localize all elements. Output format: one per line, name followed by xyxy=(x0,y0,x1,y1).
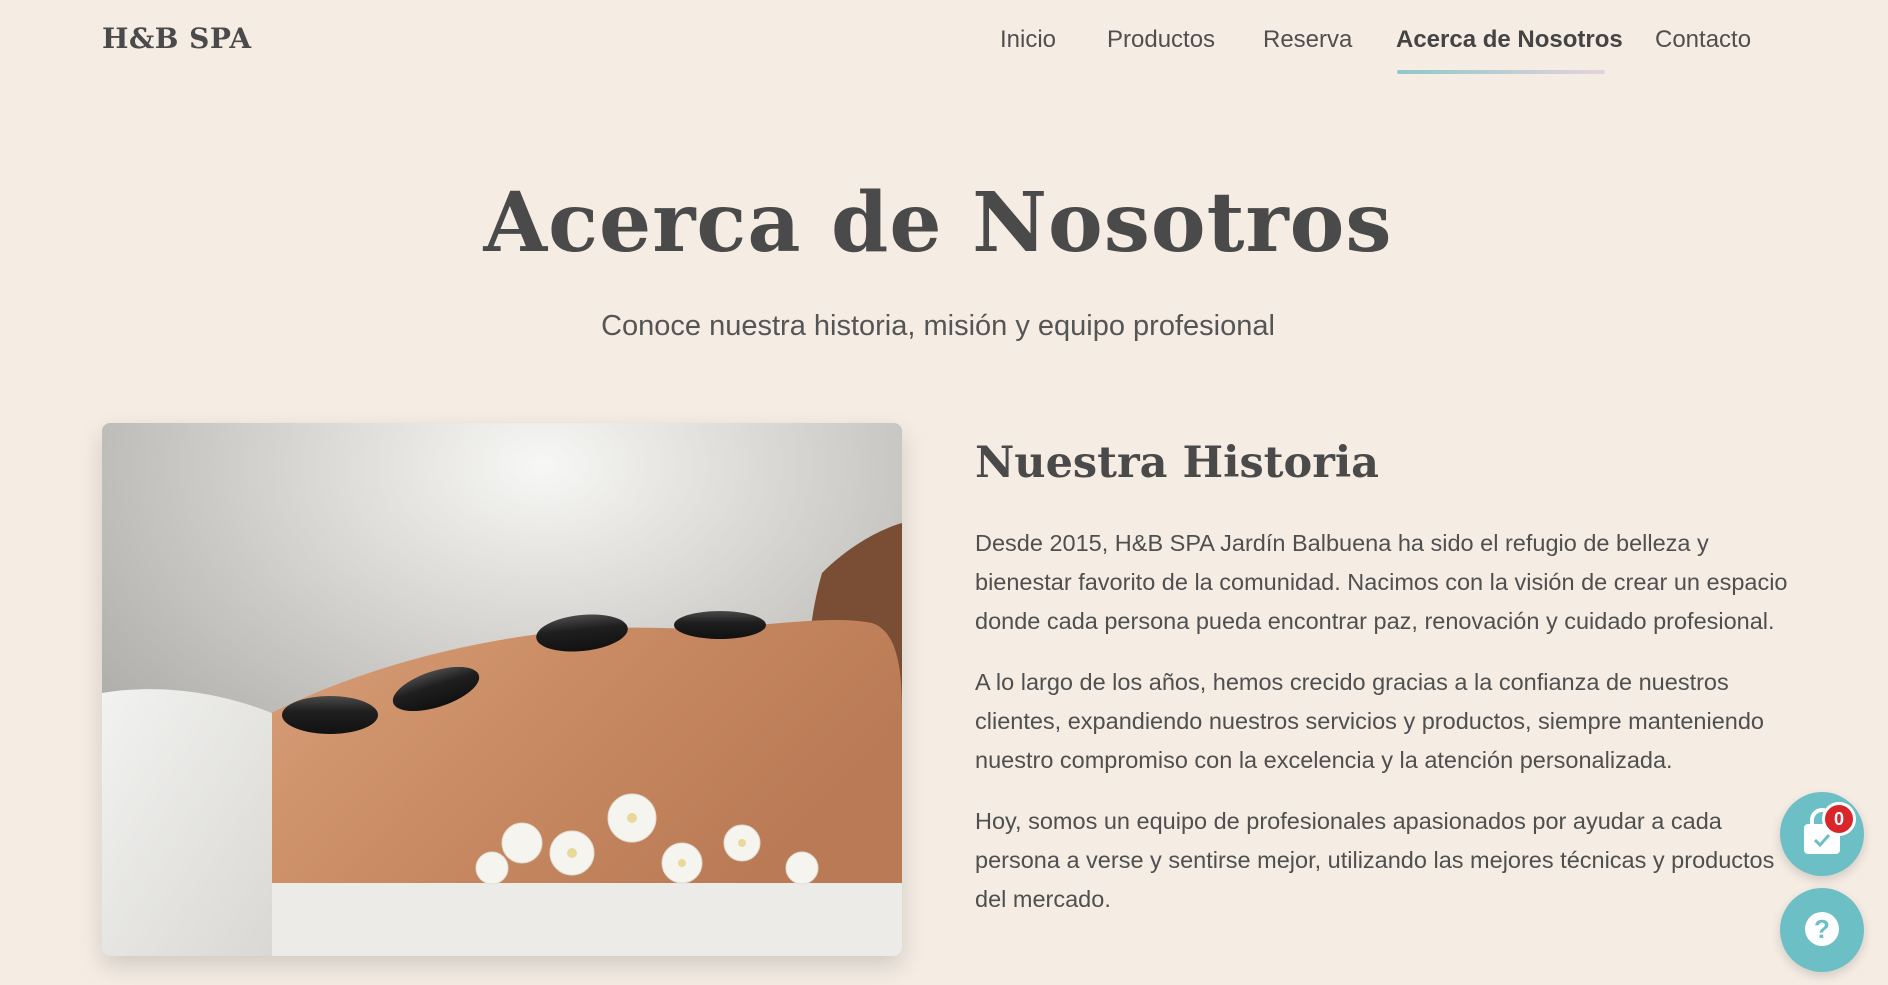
nav-contacto[interactable]: Contacto xyxy=(1655,26,1751,54)
nav-acerca-de-nosotros[interactable]: Acerca de Nosotros xyxy=(1396,26,1623,54)
help-button[interactable]: ? xyxy=(1780,888,1864,972)
site-header: H&B SPA Inicio Productos Reserva Acerca … xyxy=(0,0,1888,84)
history-paragraph-3: Hoy, somos un equipo de profesionales ap… xyxy=(975,808,1775,912)
history-paragraph-2: A lo largo de los años, hemos crecido gr… xyxy=(975,669,1764,773)
page-subtitle: Conoce nuestra historia, misión y equipo… xyxy=(601,310,1275,342)
shopping-bag-icon xyxy=(1804,808,1840,854)
cart-count-badge: 0 xyxy=(1822,802,1856,836)
spa-massage-photo xyxy=(102,423,902,956)
cart-button[interactable]: 0 xyxy=(1780,792,1864,876)
nav-productos[interactable]: Productos xyxy=(1107,26,1215,54)
nav-inicio[interactable]: Inicio xyxy=(1000,26,1056,54)
history-heading: Nuestra Historia xyxy=(975,438,1380,488)
nav-reserva[interactable]: Reserva xyxy=(1263,26,1352,54)
active-nav-indicator xyxy=(1397,70,1605,74)
question-icon: ? xyxy=(1805,912,1839,946)
history-paragraph-1: Desde 2015, H&B SPA Jardín Balbuena ha s… xyxy=(975,530,1788,634)
page-title: Acerca de Nosotros xyxy=(483,175,1393,271)
main-nav: Inicio Productos Reserva Acerca de Nosot… xyxy=(0,22,1888,72)
